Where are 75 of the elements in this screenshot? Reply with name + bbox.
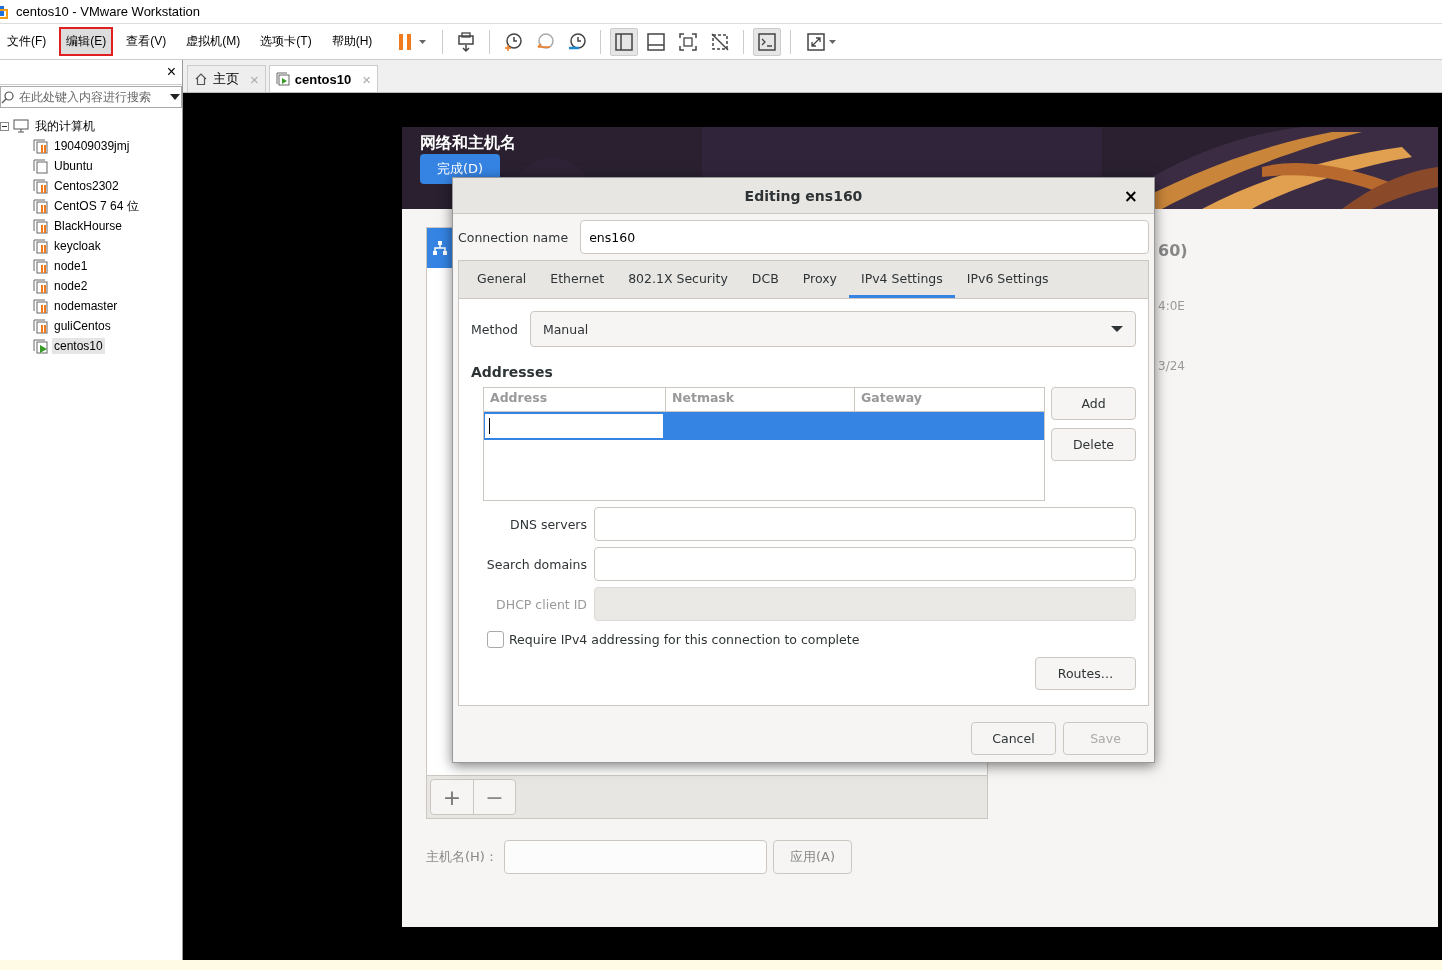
routes-button[interactable]: Routes…	[1035, 657, 1136, 690]
search-field[interactable]: 在此处键入内容进行搜索	[0, 86, 182, 108]
tab[interactable]: Proxy	[790, 261, 849, 298]
close-button[interactable]: ×	[164, 63, 178, 81]
close-button[interactable]: ×	[1117, 185, 1144, 207]
tab-label: centos10	[294, 71, 352, 87]
caret-icon	[1111, 325, 1123, 333]
tab[interactable]: IPv4 Settings	[848, 261, 955, 298]
add-button[interactable]: Add	[1051, 387, 1136, 420]
tree-item[interactable]: 190409039jmj	[52, 138, 132, 154]
field-label: Method	[471, 321, 518, 337]
tree-item[interactable]: node2	[52, 278, 90, 294]
menu-item[interactable]: 帮助(H)	[324, 27, 380, 56]
menu-item[interactable]: 虚拟机(M)	[179, 27, 248, 56]
sidebar-layout-icon	[613, 30, 636, 53]
fullscreen-icon	[677, 30, 700, 53]
cell-editor[interactable]	[484, 413, 664, 439]
tab[interactable]: centos10 ×	[268, 65, 378, 92]
add-device-button[interactable]: +	[431, 780, 473, 814]
device-detail: 4:0E	[1158, 299, 1186, 313]
checkbox-label: Require IPv4 addressing for this connection to complete	[509, 631, 860, 647]
toolbar-button[interactable]	[753, 27, 782, 56]
device-item[interactable]	[427, 228, 452, 268]
tab[interactable]: Ethernet	[538, 261, 617, 298]
terminal-icon	[756, 30, 779, 53]
vm-running-icon	[275, 72, 290, 86]
field-label: DHCP client ID	[495, 596, 587, 612]
input-field[interactable]	[594, 547, 1136, 581]
tab[interactable]: 802.1X Security	[616, 261, 740, 298]
field-label: Search domains	[485, 556, 587, 572]
field-label: 主机名(H)：	[426, 848, 498, 866]
menu-item[interactable]: 查看(V)	[119, 27, 174, 56]
tab[interactable]: General	[465, 261, 539, 298]
toolbar-button[interactable]	[610, 27, 639, 56]
tree-item[interactable]: guliCentos	[52, 318, 113, 334]
tree-item[interactable]: CentOS 7 64 位	[52, 196, 141, 216]
tree-item[interactable]: BlackHourse	[52, 218, 125, 234]
cancel-button[interactable]: Cancel	[971, 722, 1056, 755]
tab-label: 主页	[213, 70, 239, 88]
bottom-panel-icon	[645, 30, 668, 53]
tree-item[interactable]: Ubuntu	[52, 158, 95, 174]
tab[interactable]: 主页 ×	[187, 65, 266, 92]
collapse-icon[interactable]	[0, 121, 9, 131]
input-field[interactable]	[594, 507, 1136, 541]
menu-item[interactable]: 文件(F)	[0, 27, 54, 56]
field-label: Connection name	[458, 229, 569, 245]
section-heading: Addresses	[471, 364, 554, 380]
device-detail: 3/24	[1158, 359, 1186, 373]
method-dropdown[interactable]: Manual	[529, 311, 1136, 347]
tree-item[interactable]: keycloak	[52, 238, 103, 254]
dialog-title: Editing ens160	[744, 187, 863, 204]
connection-name-field[interactable]: ens160	[580, 220, 1149, 254]
tree-item[interactable]: nodemaster	[52, 298, 120, 314]
clock-plus-icon	[502, 30, 525, 53]
tree-item[interactable]: 我的计算机	[33, 116, 97, 136]
tree-item[interactable]: node1	[52, 258, 90, 274]
tree-item[interactable]: centos10	[52, 338, 105, 354]
window-title: centos10 - VMware Workstation	[16, 4, 200, 19]
menu-item[interactable]: 编辑(E)	[59, 27, 114, 56]
network-icon	[431, 240, 448, 256]
hostname-field[interactable]	[504, 840, 767, 874]
search-icon	[1, 90, 15, 104]
computer-icon	[13, 119, 29, 133]
stretch-icon	[806, 30, 837, 53]
home-icon	[194, 72, 208, 86]
tree-item[interactable]: Centos2302	[52, 178, 121, 194]
checkbox[interactable]	[487, 630, 504, 648]
tab[interactable]: IPv6 Settings	[954, 261, 1061, 298]
device-title: 60)	[1158, 241, 1188, 261]
screen-title: 网络和主机名	[420, 133, 517, 154]
tab[interactable]: DCB	[739, 261, 791, 298]
table-row[interactable]	[484, 412, 1044, 440]
menu-item[interactable]: 选项卡(T)	[253, 27, 319, 56]
delete-button[interactable]: Delete	[1051, 428, 1136, 461]
field-label: DNS servers	[509, 516, 587, 532]
